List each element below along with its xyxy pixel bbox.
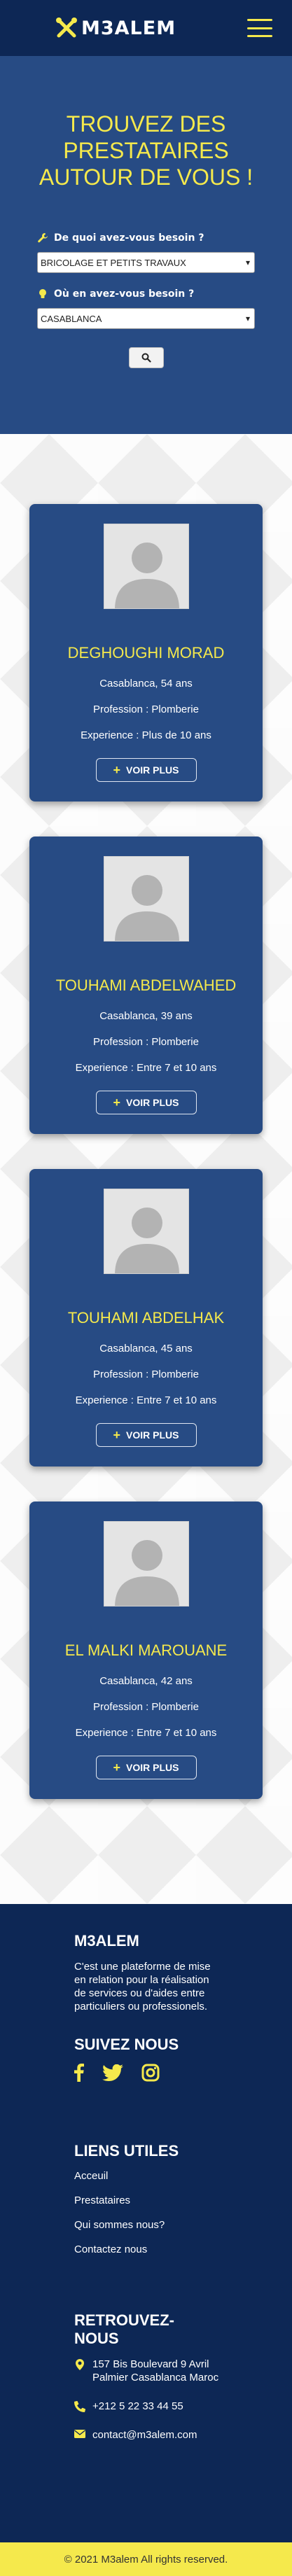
- footer-links-title: LIENS UTILES: [74, 2142, 179, 2160]
- user-placeholder-icon: [104, 857, 188, 941]
- category-select-value: BRICOLAGE ET PETITS TRAVAUX: [41, 257, 186, 268]
- need-field: De quoi avez-vous besoin ? BRICOLAGE ET …: [37, 232, 255, 273]
- footer-about-title: M3ALEM: [74, 1932, 139, 1949]
- email-link[interactable]: contact@m3alem.com: [92, 2428, 197, 2442]
- footer-contact-title: RETROUVEZ-NOUS: [74, 2311, 174, 2347]
- logo[interactable]: M3ALEM: [56, 18, 176, 39]
- envelope-icon: [74, 2430, 85, 2438]
- address-text: 157 Bis Boulevard 9 Avril Palmier Casabl…: [92, 2358, 219, 2384]
- phone-icon: [74, 2401, 85, 2412]
- footer-links: Acceuil Prestataires Qui sommes nous? Co…: [74, 2170, 264, 2255]
- search-icon: [141, 353, 151, 363]
- provider-name: TOUHAMI ABDELHAK: [67, 1309, 225, 1326]
- footer-follow-title: SUIVEZ NOUS: [74, 2036, 179, 2053]
- copyright-text: © 2021 M3alem All rights reserved.: [64, 2553, 228, 2566]
- user-placeholder-icon: [104, 1522, 188, 1606]
- provider-card: TOUHAMI ABDELHAK Casablanca, 45 ans Prof…: [29, 1169, 263, 1466]
- provider-experience: Experience : Entre 7 et 10 ans: [75, 1727, 217, 1739]
- provider-name: TOUHAMI ABDELWAHED: [55, 976, 237, 994]
- provider-name: DEGHOUGHI MORAD: [67, 644, 225, 662]
- provider-profession: Profession : Plomberie: [93, 1368, 199, 1380]
- facebook-icon[interactable]: [74, 2064, 84, 2082]
- hamburger-menu-icon[interactable]: [247, 19, 272, 37]
- city-select-value: CASABLANCA: [41, 313, 102, 324]
- provider-card: DEGHOUGHI MORAD Casablanca, 54 ans Profe…: [29, 504, 263, 802]
- social-links: [74, 2064, 264, 2082]
- instagram-icon[interactable]: [141, 2064, 160, 2082]
- category-select[interactable]: BRICOLAGE ET PETITS TRAVAUX ▾: [37, 252, 255, 273]
- provider-experience: Experience : Entre 7 et 10 ans: [75, 1394, 217, 1406]
- need-label: De quoi avez-vous besoin ?: [54, 232, 204, 244]
- user-placeholder-icon: [104, 1189, 188, 1273]
- provider-profession: Profession : Plomberie: [93, 704, 199, 715]
- provider-profession: Profession : Plomberie: [93, 1701, 199, 1713]
- location-field: Où en avez-vous besoin ? CASABLANCA ▾: [37, 288, 255, 329]
- tools-logo-icon: [56, 18, 77, 38]
- providers-list: DEGHOUGHI MORAD Casablanca, 54 ans Profe…: [0, 434, 292, 1904]
- voir-plus-button[interactable]: + VOIR PLUS: [95, 1423, 197, 1447]
- plus-icon: +: [113, 763, 121, 777]
- site-footer: M3ALEM C'est une plateforme de mise en r…: [0, 1904, 292, 2542]
- footer-about-text: C'est une plateforme de mise en relation…: [74, 1961, 211, 2012]
- provider-location: Casablanca, 42 ans: [99, 1675, 193, 1687]
- chevron-down-icon: ▾: [245, 314, 250, 323]
- avatar: [103, 524, 189, 609]
- phone-row: +212 5 22 33 44 55: [74, 2400, 264, 2413]
- search-hero: TROUVEZ DES PRESTATAIRES AUTOUR DE VOUS …: [0, 56, 292, 434]
- avatar: [103, 1521, 189, 1606]
- chevron-down-icon: ▾: [245, 258, 250, 267]
- provider-name: EL MALKI MAROUANE: [64, 1642, 228, 1659]
- voir-plus-label: VOIR PLUS: [126, 1762, 179, 1773]
- plus-icon: +: [113, 1096, 121, 1110]
- voir-plus-label: VOIR PLUS: [126, 1429, 179, 1441]
- user-placeholder-icon: [104, 524, 188, 608]
- search-button[interactable]: [128, 347, 164, 368]
- lightbulb-icon: [39, 289, 46, 298]
- provider-card: TOUHAMI ABDELWAHED Casablanca, 39 ans Pr…: [29, 836, 263, 1134]
- provider-location: Casablanca, 45 ans: [99, 1343, 193, 1354]
- plus-icon: +: [113, 1760, 121, 1774]
- voir-plus-label: VOIR PLUS: [126, 1097, 179, 1108]
- avatar: [103, 1189, 189, 1274]
- footer-link-contact[interactable]: Contactez nous: [74, 2244, 264, 2255]
- footer-link-accueil[interactable]: Acceuil: [74, 2170, 264, 2182]
- city-select[interactable]: CASABLANCA ▾: [37, 308, 255, 329]
- voir-plus-label: VOIR PLUS: [126, 764, 179, 776]
- provider-card: EL MALKI MAROUANE Casablanca, 42 ans Pro…: [29, 1502, 263, 1799]
- phone-text: +212 5 22 33 44 55: [92, 2400, 183, 2412]
- map-pin-icon: [76, 2359, 84, 2370]
- provider-location: Casablanca, 54 ans: [99, 678, 193, 690]
- footer-link-prestataires[interactable]: Prestataires: [74, 2194, 264, 2206]
- where-label: Où en avez-vous besoin ?: [54, 288, 195, 300]
- hero-title: TROUVEZ DES PRESTATAIRES AUTOUR DE VOUS …: [39, 111, 253, 190]
- twitter-icon[interactable]: [102, 2064, 123, 2081]
- voir-plus-button[interactable]: + VOIR PLUS: [95, 1091, 197, 1114]
- avatar: [103, 856, 189, 941]
- provider-location: Casablanca, 39 ans: [99, 1010, 193, 1022]
- voir-plus-button[interactable]: + VOIR PLUS: [95, 758, 197, 782]
- address-row: 157 Bis Boulevard 9 Avril Palmier Casabl…: [74, 2358, 264, 2384]
- footer-link-qui-sommes-nous[interactable]: Qui sommes nous?: [74, 2219, 264, 2231]
- plus-icon: +: [113, 1428, 121, 1442]
- provider-profession: Profession : Plomberie: [93, 1036, 199, 1048]
- top-navbar: M3ALEM: [0, 0, 292, 56]
- wrench-icon: [38, 233, 48, 243]
- voir-plus-button[interactable]: + VOIR PLUS: [95, 1756, 197, 1779]
- copyright-bar: © 2021 M3alem All rights reserved.: [0, 2542, 292, 2576]
- provider-experience: Experience : Plus de 10 ans: [81, 729, 211, 741]
- email-row: contact@m3alem.com: [74, 2428, 264, 2442]
- provider-experience: Experience : Entre 7 et 10 ans: [75, 1062, 217, 1074]
- brand-name: M3ALEM: [81, 17, 176, 39]
